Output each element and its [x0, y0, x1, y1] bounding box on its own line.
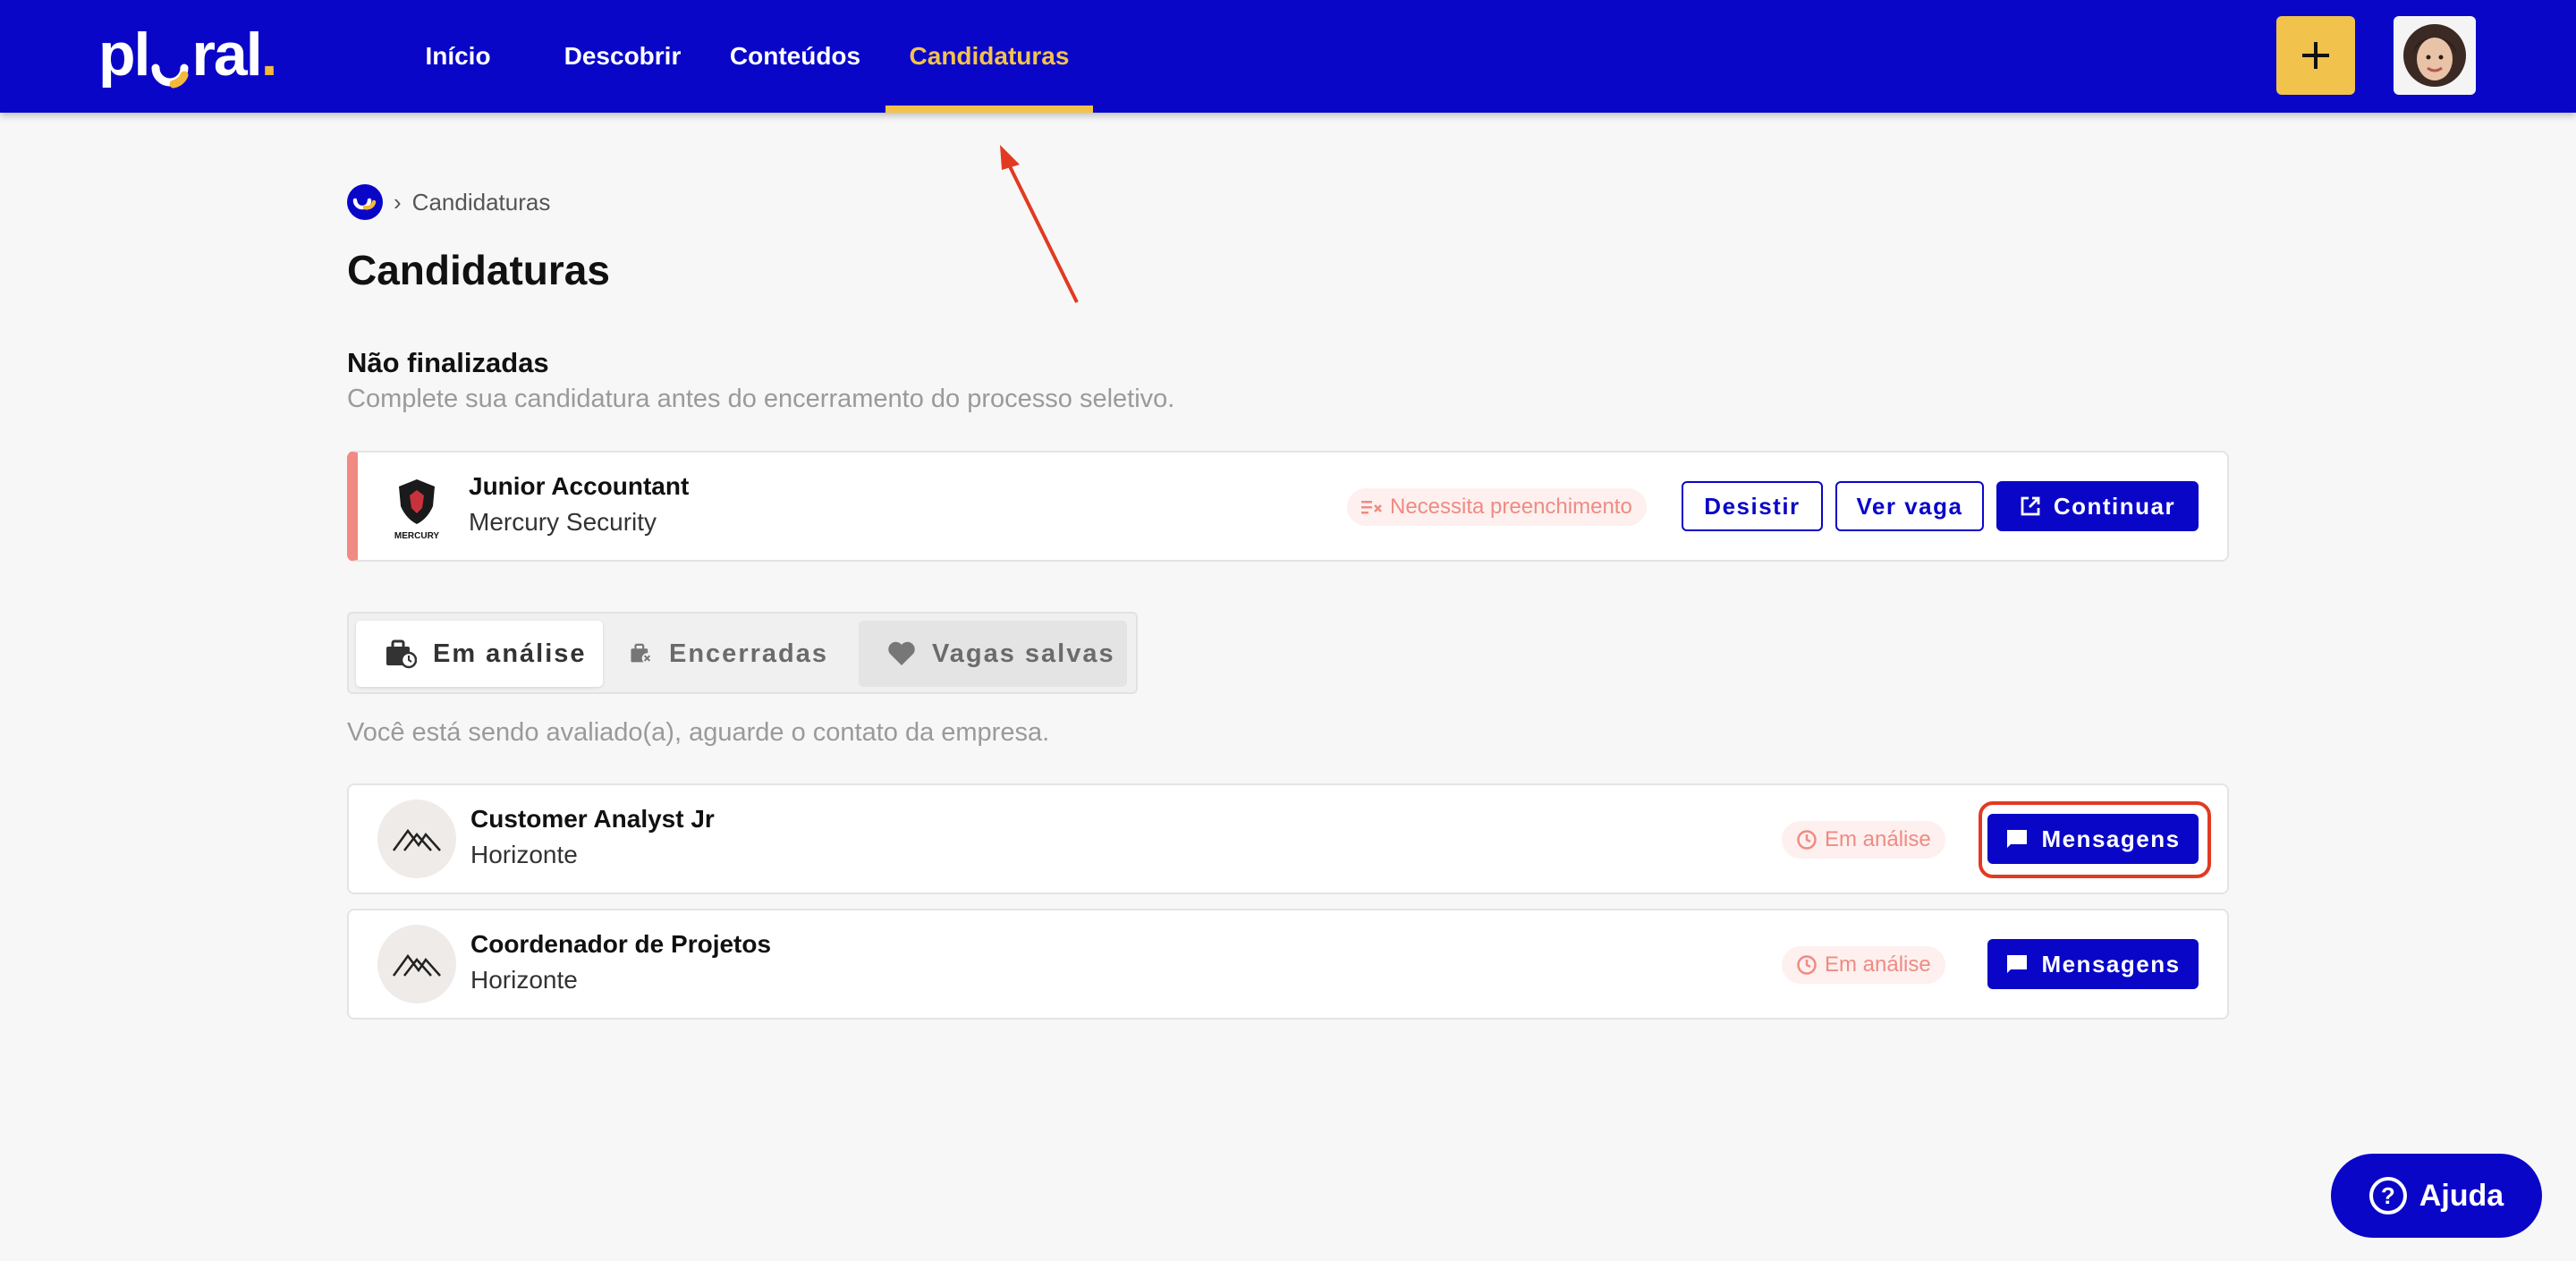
horizonte-logo — [377, 800, 456, 878]
tabs-subtitle: Você está sendo avaliado(a), aguarde o c… — [347, 718, 1050, 747]
active-tab-indicator — [886, 106, 1093, 113]
nav-conteudos[interactable]: Conteúdos — [726, 0, 864, 113]
application-card: Customer Analyst Jr Horizonte Em análise… — [347, 783, 2229, 894]
company-name: Mercury Security — [469, 508, 657, 536]
company-name: Horizonte — [470, 841, 578, 868]
messages-button-label: Mensagens — [2041, 950, 2181, 977]
nav-candidaturas[interactable]: Candidaturas — [886, 0, 1093, 113]
clock-icon — [1797, 830, 1817, 850]
mercury-logo: MERCURY — [383, 474, 451, 542]
status-badge: Em análise — [1782, 821, 1945, 859]
breadcrumb-current: Candidaturas — [411, 188, 551, 216]
logo-smile-icon — [150, 39, 190, 89]
breadcrumb: › Candidaturas — [347, 184, 550, 220]
status-badge: Em análise — [1782, 946, 1945, 984]
pending-section-title: Não finalizadas — [347, 347, 549, 378]
horizonte-logo — [377, 925, 456, 1003]
continue-button[interactable]: Continuar — [1996, 481, 2199, 531]
question-icon: ? — [2368, 1177, 2407, 1214]
list-x-icon — [1361, 501, 1382, 514]
tab-encerradas-label: Encerradas — [669, 639, 828, 668]
nav-descobrir[interactable]: Descobrir — [560, 0, 685, 113]
tab-em-analise-label: Em análise — [433, 639, 587, 668]
job-title[interactable]: Junior Accountant — [469, 472, 689, 501]
continue-button-label: Continuar — [2053, 492, 2176, 520]
home-logo-icon[interactable] — [347, 184, 383, 220]
job-title[interactable]: Customer Analyst Jr — [470, 805, 715, 834]
view-job-button[interactable]: Ver vaga — [1835, 481, 1984, 531]
page-title: Candidaturas — [347, 247, 610, 293]
application-card: Coordenador de Projetos Horizonte Em aná… — [347, 909, 2229, 1020]
status-badge-label: Em análise — [1825, 952, 1931, 977]
application-tabs: Em análise Encerradas Vagas salvas — [347, 612, 1138, 694]
withdraw-button[interactable]: Desistir — [1682, 481, 1823, 531]
job-title[interactable]: Coordenador de Projetos — [470, 930, 771, 959]
user-avatar[interactable] — [2394, 16, 2476, 95]
status-badge: Necessita preenchimento — [1347, 488, 1647, 526]
top-navbar: pl ral . Início Descobrir Conteúdos Cand… — [0, 0, 2576, 113]
briefcase-clock-icon — [386, 639, 417, 669]
add-button[interactable] — [2276, 16, 2355, 95]
status-badge-label: Necessita preenchimento — [1390, 495, 1632, 519]
tab-vagas-salvas[interactable]: Vagas salvas — [859, 621, 1127, 687]
help-button[interactable]: ? Ajuda — [2331, 1154, 2542, 1238]
external-link-icon — [2021, 496, 2040, 516]
chat-icon — [2007, 955, 2028, 973]
annotation-arrow — [1000, 145, 1079, 303]
logo-text-right: ral — [191, 21, 262, 89]
messages-button-label: Mensagens — [2041, 825, 2181, 852]
messages-button[interactable]: Mensagens — [1987, 814, 2199, 864]
logo-dot: . — [260, 21, 278, 89]
logo-text-left: pl — [98, 21, 150, 89]
breadcrumb-separator: › — [394, 188, 402, 216]
plural-logo[interactable]: pl ral . — [98, 21, 278, 89]
briefcase-x-icon — [631, 643, 653, 664]
messages-button[interactable]: Mensagens — [1987, 939, 2199, 989]
pending-section-subtitle: Complete sua candidatura antes do encerr… — [347, 385, 1175, 413]
svg-text:MERCURY: MERCURY — [394, 531, 440, 541]
heart-icon — [888, 641, 915, 665]
chat-icon — [2007, 830, 2028, 848]
company-name: Horizonte — [470, 966, 578, 994]
avatar-photo — [2403, 24, 2466, 87]
help-button-label: Ajuda — [2419, 1178, 2504, 1213]
status-badge-label: Em análise — [1825, 827, 1931, 851]
tab-vagas-salvas-label: Vagas salvas — [932, 639, 1115, 668]
tab-encerradas[interactable]: Encerradas — [608, 621, 828, 687]
pending-application-card: MERCURY Junior Accountant Mercury Securi… — [347, 451, 2229, 562]
tab-em-analise[interactable]: Em análise — [356, 621, 603, 687]
plus-icon — [2302, 42, 2329, 69]
nav-inicio[interactable]: Início — [413, 0, 503, 113]
clock-icon — [1797, 955, 1817, 975]
